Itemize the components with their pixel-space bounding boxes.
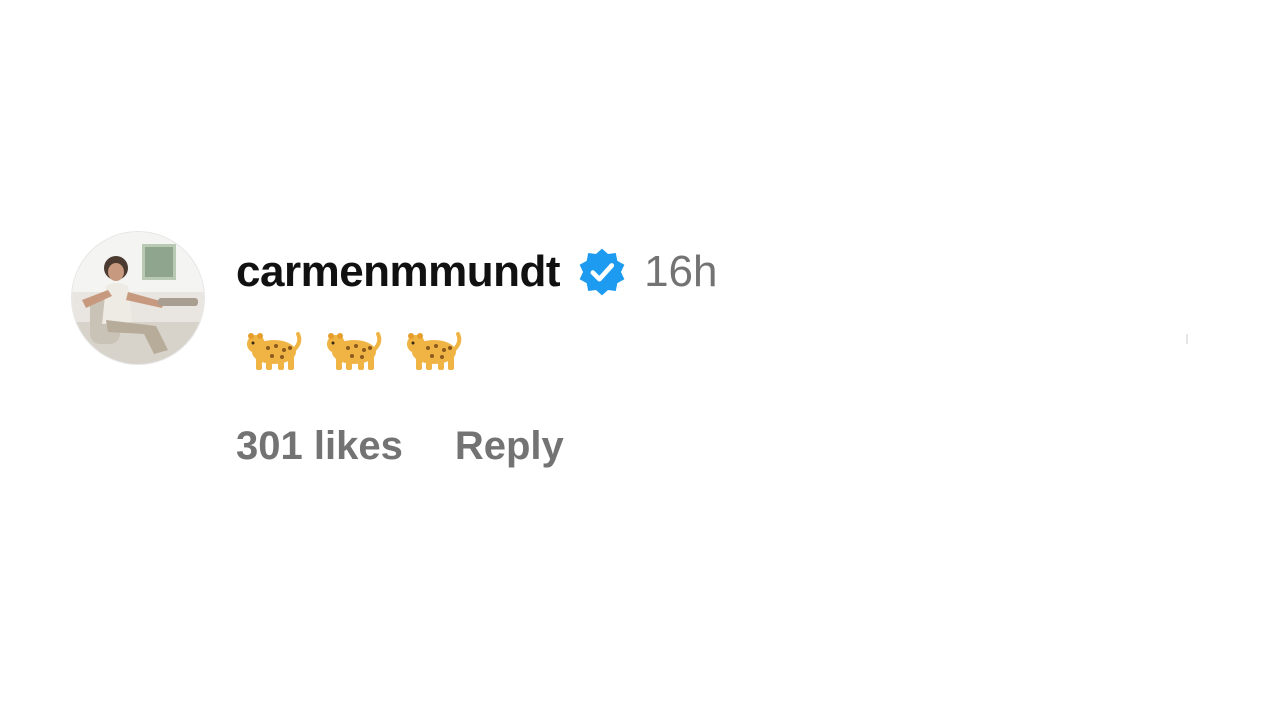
timestamp[interactable]: 16h: [644, 247, 717, 297]
avatar[interactable]: [72, 232, 204, 364]
comment-text: [244, 326, 462, 374]
avatar-photo: [72, 232, 204, 364]
likes-count[interactable]: 301 likes: [236, 424, 403, 469]
comment-actions: 301 likes Reply: [236, 424, 564, 469]
leopard-icon: [327, 332, 382, 370]
verified-badge-icon: [579, 248, 625, 296]
leopard-icon: [247, 332, 302, 370]
username[interactable]: carmenmmundt: [236, 247, 561, 297]
divider: [1186, 334, 1188, 344]
reply-button[interactable]: Reply: [455, 424, 564, 469]
leopard-icon: [407, 332, 462, 370]
comment: carmenmmundt 16h 301 likes Reply: [72, 232, 1212, 492]
comment-header: carmenmmundt 16h: [236, 244, 718, 300]
